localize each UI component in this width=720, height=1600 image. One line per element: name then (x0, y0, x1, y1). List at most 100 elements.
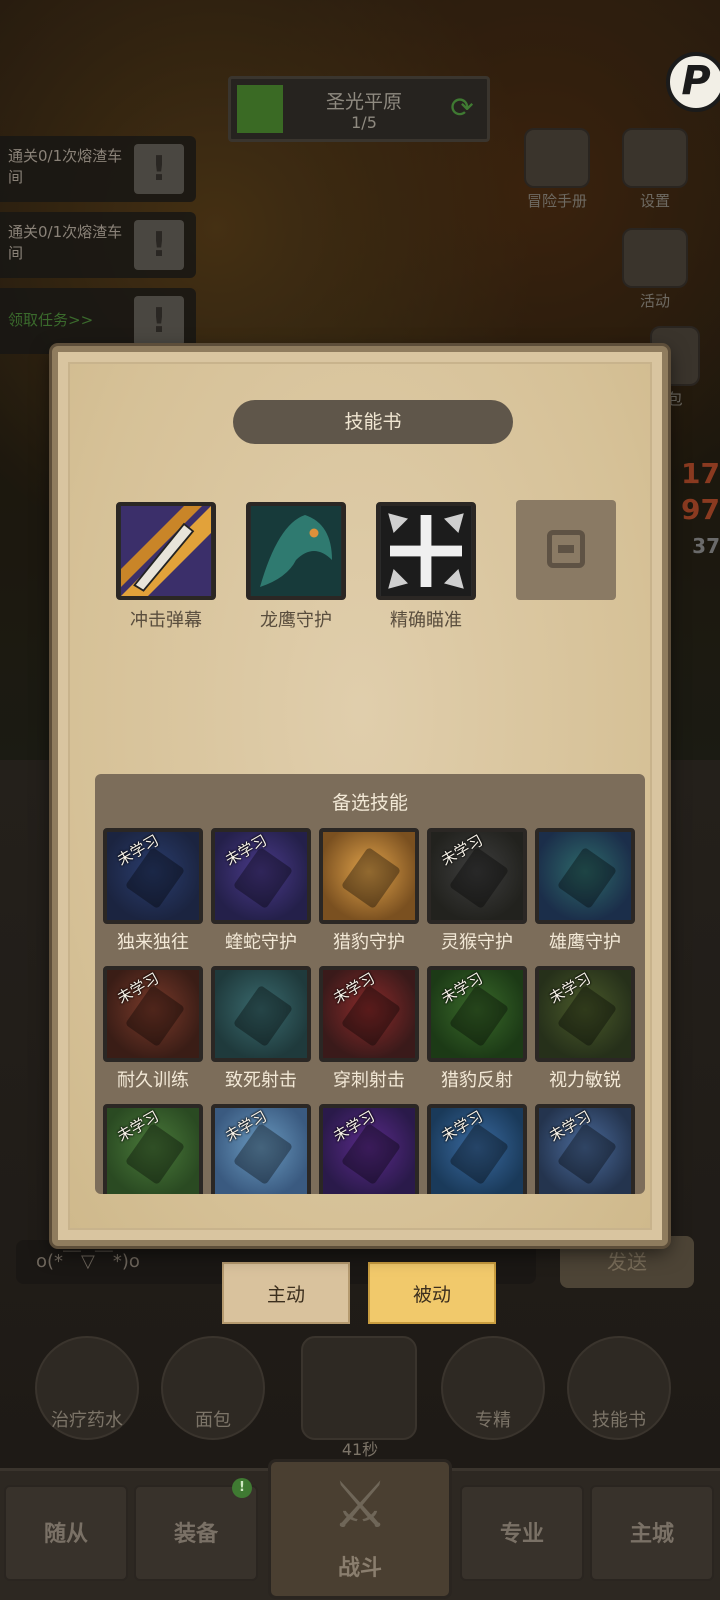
equipped-skill-slot[interactable]: 龙鹰守护 (246, 502, 346, 632)
damage-number: 17 (681, 457, 720, 490)
equipped-skill-label: 精确瞄准 (390, 610, 462, 631)
skill-icon: 未学习 (535, 1104, 635, 1194)
skill-icon: 未学习 (211, 828, 311, 924)
quick-item-skillbook[interactable]: 技能书 (560, 1336, 678, 1466)
impact-barrage-icon (116, 502, 216, 600)
damage-numbers: 17 97 37 (670, 456, 720, 566)
skill-icon: 未学习 (103, 828, 203, 924)
precise-aim-icon (376, 502, 476, 600)
quick-item-potion[interactable]: 治疗药水 (28, 1336, 146, 1466)
quest-text: 领取任务>> (8, 311, 94, 329)
candidate-skill[interactable]: 未学习 (427, 1104, 527, 1194)
candidate-skill-label: 穿刺射击 (333, 1070, 405, 1091)
bag-label: 包 (667, 390, 683, 408)
activity-label: 活动 (639, 292, 670, 310)
candidate-skill[interactable]: 未学习 穿刺射击 (319, 966, 419, 1092)
stage-indicator[interactable]: 圣光平原 1/5 ⟳ (228, 76, 490, 142)
damage-number: 97 (681, 493, 720, 526)
bottom-navigation: 随从 装备 ⚔ 战斗 专业 主城 (0, 1459, 720, 1600)
nav-profession[interactable]: 专业 (460, 1485, 584, 1581)
locked-skill-slot[interactable] (516, 500, 616, 600)
candidate-skill[interactable]: 未学习 (211, 1104, 311, 1194)
candidate-skill-label: 耐久训练 (117, 1070, 189, 1091)
candidate-skill[interactable]: 未学习 (535, 1104, 635, 1194)
candidate-skill[interactable]: 未学习 猎豹反射 (427, 966, 527, 1092)
candidate-skill[interactable]: 未学习 独来独往 (103, 828, 203, 954)
quest-text: 通关0/1次熔渣车间 (8, 223, 123, 262)
candidate-skill-label: 独来独往 (117, 932, 189, 953)
skill-icon: 未学习 (211, 1104, 311, 1194)
skill-book-parchment: 技能书 冲击弹幕 龙鹰守护 精确瞄准 备选技能 未学习 独来独往 未学习 蝰蛇守… (68, 362, 652, 1230)
nav-followers[interactable]: 随从 (4, 1485, 128, 1581)
quick-item-label: 专精 (475, 1410, 511, 1431)
quest-item[interactable]: 领取任务>> ! (0, 288, 196, 354)
tab-active-skills[interactable]: 主动 (222, 1262, 350, 1324)
candidate-skill[interactable]: 猎豹守护 (319, 828, 419, 954)
settings-button[interactable]: 设置 (622, 128, 688, 211)
candidate-skill[interactable]: 致死射击 (211, 966, 311, 1092)
candidate-skill[interactable]: 雄鹰守护 (535, 828, 635, 954)
dialog-title: 技能书 (233, 400, 513, 444)
quick-item-specialization[interactable]: 专精 (434, 1336, 552, 1466)
lock-icon (547, 530, 585, 568)
skill-icon (535, 828, 635, 924)
candidate-skill[interactable]: 未学习 耐久训练 (103, 966, 203, 1092)
equipped-skill-slot[interactable]: 精确瞄准 (376, 502, 476, 632)
damage-number: 37 (692, 534, 720, 558)
quest-item[interactable]: 通关0/1次熔渣车间 ! (0, 136, 196, 202)
quick-item-label: 治疗药水 (51, 1410, 123, 1431)
adventure-handbook-label: 冒险手册 (526, 192, 587, 210)
stage-thumbnail (237, 85, 283, 133)
skill-book-dialog: 技能书 冲击弹幕 龙鹰守护 精确瞄准 备选技能 未学习 独来独往 未学习 蝰蛇守… (52, 346, 668, 1246)
quest-text: 通关0/1次熔渣车间 (8, 147, 123, 186)
adventure-handbook-button[interactable]: 冒险手册 (524, 128, 590, 211)
refresh-icon[interactable]: ⟳ (445, 91, 479, 125)
stage-name: 圣光平原 (325, 91, 402, 113)
candidate-skills-grid[interactable]: 未学习 独来独往 未学习 蝰蛇守护 猎豹守护 未学习 灵猴守护 雄鹰守护 未学习 耐久训练 致死射击… (103, 828, 643, 1194)
profile-icon[interactable]: P (666, 52, 720, 112)
equipped-skill-label: 冲击弹幕 (130, 610, 202, 631)
skill-icon: 未学习 (103, 1104, 203, 1194)
candidate-skill[interactable]: 未学习 (103, 1104, 203, 1194)
candidate-skill[interactable]: 未学习 蝰蛇守护 (211, 828, 311, 954)
gear-icon (622, 128, 688, 188)
candidate-skill-label: 视力敏锐 (549, 1070, 621, 1091)
skill-icon: 未学习 (535, 966, 635, 1062)
skill-icon (319, 828, 419, 924)
quick-item-label: 面包 (195, 1410, 231, 1431)
skill-icon: 未学习 (427, 828, 527, 924)
nav-battle-label: 战斗 (337, 1556, 382, 1581)
nav-main-city[interactable]: 主城 (590, 1485, 714, 1581)
dragonhawk-guard-icon (246, 502, 346, 600)
candidate-skill-label: 猎豹守护 (333, 932, 405, 953)
equipped-skill-label: 龙鹰守护 (260, 610, 332, 631)
skill-icon (211, 966, 311, 1062)
candidate-skills-title: 备选技能 (331, 792, 408, 814)
skill-icon: 未学习 (319, 966, 419, 1062)
candidate-skill[interactable]: 未学习 灵猴守护 (427, 828, 527, 954)
quick-item-bread[interactable]: 面包 (154, 1336, 272, 1466)
skill-emblem (556, 846, 618, 910)
activity-button[interactable]: 活动 (622, 228, 688, 311)
candidate-skills-panel: 备选技能 未学习 独来独往 未学习 蝰蛇守护 猎豹守护 未学习 灵猴守护 雄鹰守护 未学习 耐久训… (95, 774, 645, 1194)
skill-emblem (340, 846, 402, 910)
candidate-skill[interactable]: 未学习 视力敏锐 (535, 966, 635, 1092)
quick-item-chest[interactable] (300, 1336, 418, 1440)
calendar-icon (622, 228, 688, 288)
skill-icon: 未学习 (427, 1104, 527, 1194)
candidate-skill-label: 猎豹反射 (441, 1070, 513, 1091)
crossed-swords-icon: ⚔ (331, 1469, 389, 1543)
equipped-skill-slot[interactable]: 冲击弹幕 (116, 502, 216, 632)
skill-emblem (232, 984, 294, 1048)
chest-timer: 41秒 (341, 1440, 379, 1459)
candidate-skill-label: 灵猴守护 (441, 932, 513, 953)
candidate-skill-label: 蝰蛇守护 (225, 932, 297, 953)
skill-icon: 未学习 (427, 966, 527, 1062)
candidate-skill[interactable]: 未学习 (319, 1104, 419, 1194)
exclamation-icon: ! (134, 144, 184, 194)
nav-equipment[interactable]: 装备 (134, 1485, 258, 1581)
nav-battle[interactable]: ⚔ 战斗 (268, 1459, 452, 1599)
quick-item-label: 技能书 (592, 1410, 646, 1431)
tab-passive-skills[interactable]: 被动 (368, 1262, 496, 1324)
quest-item[interactable]: 通关0/1次熔渣车间 ! (0, 212, 196, 278)
